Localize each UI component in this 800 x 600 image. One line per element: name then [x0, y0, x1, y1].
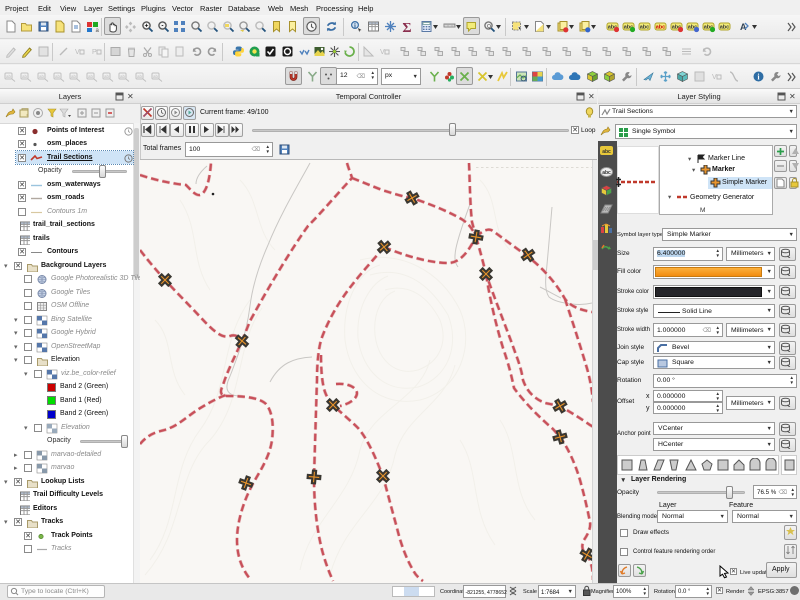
svg-text:ab: ab: [71, 74, 77, 79]
svg-text:ab: ab: [120, 74, 126, 79]
svg-text:V: V: [75, 49, 80, 56]
svg-text:ab: ab: [6, 74, 12, 79]
svg-text:Q: Q: [487, 24, 491, 30]
svg-text:ab: ab: [153, 74, 159, 79]
svg-text:Σ: Σ: [402, 21, 411, 36]
svg-text:abc: abc: [640, 25, 649, 31]
svg-text:ab: ab: [137, 74, 143, 79]
svg-text:abc: abc: [656, 25, 665, 31]
svg-text:V: V: [712, 74, 717, 81]
svg-text:ab: ab: [55, 74, 61, 79]
svg-text:+: +: [145, 23, 149, 30]
svg-text:ab: ab: [22, 74, 28, 79]
svg-text:ab: ab: [88, 74, 94, 79]
svg-text:ab: ab: [104, 74, 110, 79]
svg-text:abc: abc: [602, 170, 611, 176]
svg-text:V: V: [380, 49, 385, 56]
svg-text:a: a: [96, 28, 100, 33]
svg-text:-: -: [161, 23, 163, 30]
svg-text:ab: ab: [39, 74, 45, 79]
svg-text:abc: abc: [720, 25, 729, 31]
svg-text:P: P: [92, 49, 97, 56]
svg-text:abc: abc: [602, 149, 611, 155]
